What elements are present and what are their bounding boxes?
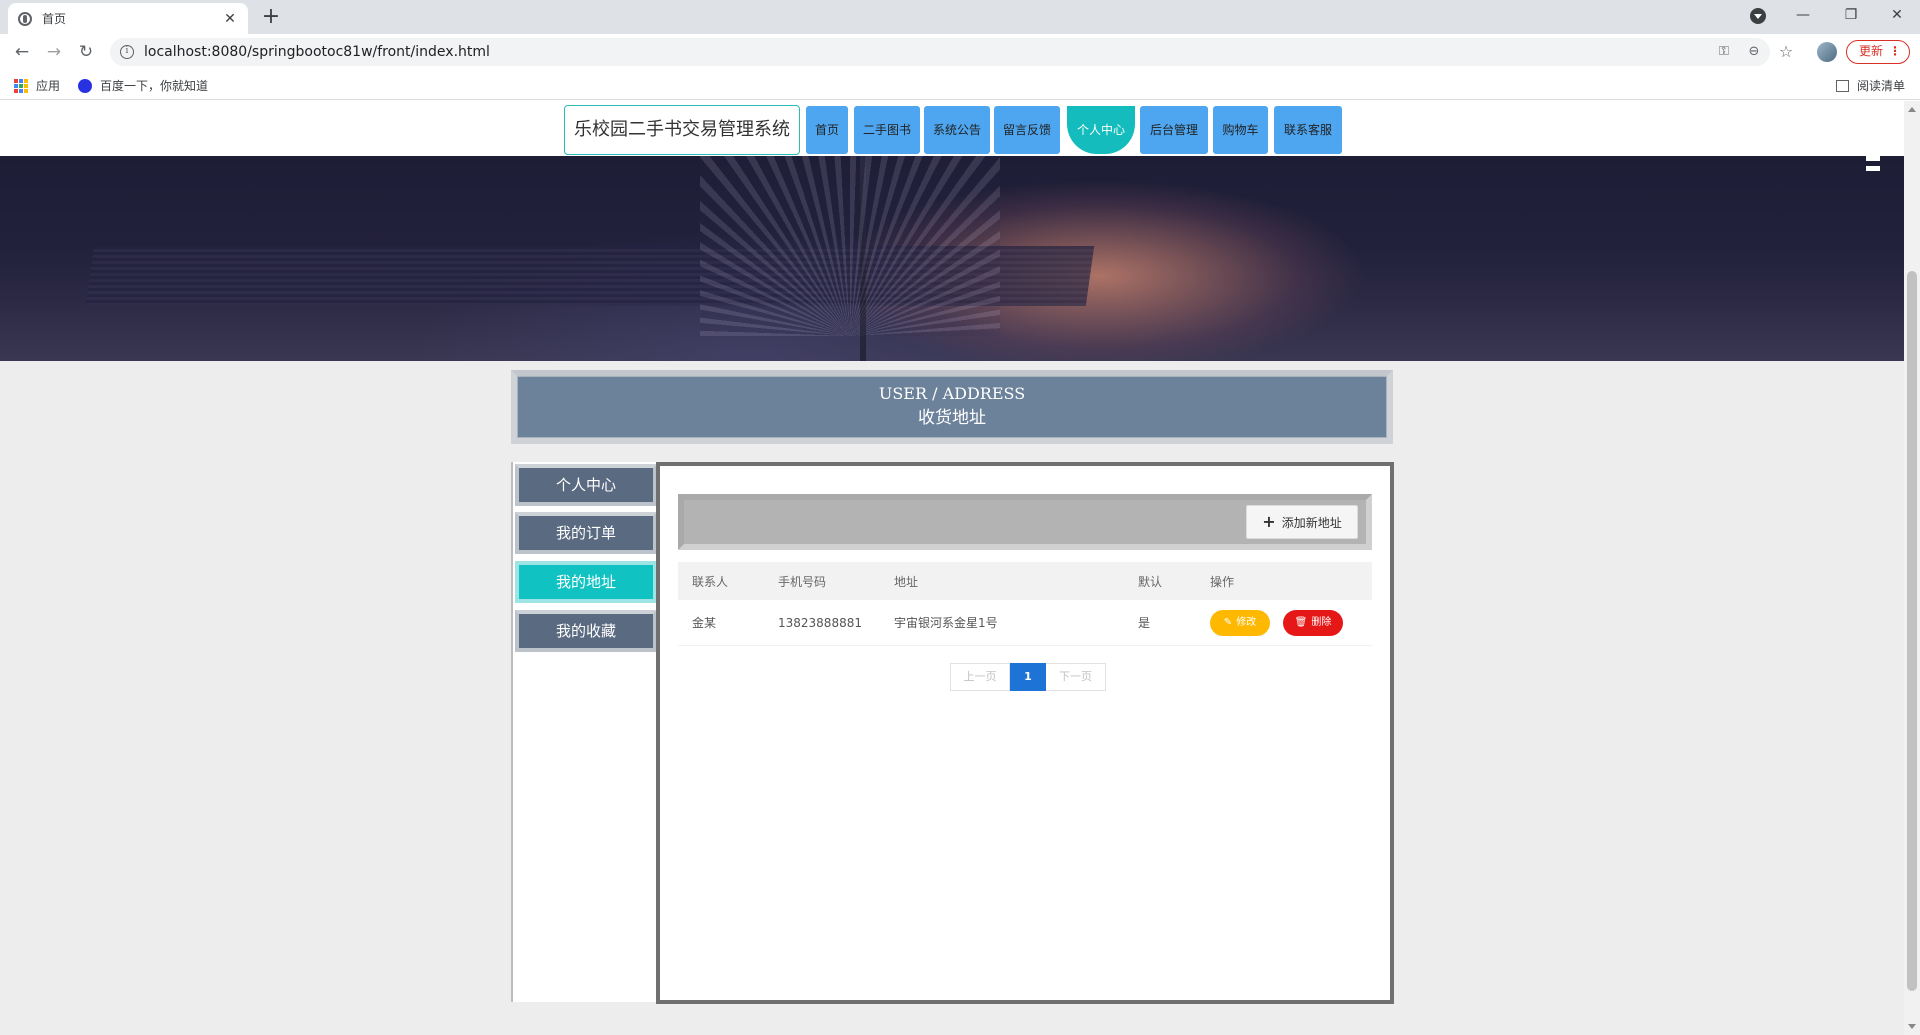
action-toolbar: + 添加新地址 bbox=[678, 494, 1372, 550]
bookmarks-bar: 应用 百度一下，你就知道 阅读清单 bbox=[0, 70, 1920, 100]
add-address-button[interactable]: + 添加新地址 bbox=[1246, 505, 1358, 539]
reading-list-icon bbox=[1836, 79, 1849, 92]
delete-label: 删除 bbox=[1311, 616, 1332, 628]
reload-icon[interactable]: ↻ bbox=[74, 40, 98, 64]
bookmark-baidu[interactable]: 百度一下，你就知道 bbox=[78, 77, 208, 94]
edit-button[interactable]: ✎ 修改 bbox=[1210, 609, 1270, 636]
tab-close-icon[interactable]: ✕ bbox=[222, 11, 238, 27]
browser-toolbar: ← → ↻ i localhost:8080/springbootoc81w/f… bbox=[0, 34, 1920, 70]
address-bar[interactable]: i localhost:8080/springbootoc81w/front/i… bbox=[110, 38, 1770, 66]
cell-default: 是 bbox=[1138, 616, 1151, 630]
minimize-button[interactable]: — bbox=[1780, 0, 1826, 30]
avatar[interactable] bbox=[1817, 42, 1837, 62]
cell-phone: 13823888881 bbox=[778, 615, 862, 630]
address-table: 联系人 手机号码 地址 默认 操作 金某 13823888881 宇宙银河系金星… bbox=[678, 562, 1372, 646]
table-row: 金某 13823888881 宇宙银河系金星1号 是 ✎ 修改 🗑 删除 bbox=[678, 600, 1372, 646]
reading-list-label: 阅读清单 bbox=[1857, 79, 1906, 93]
url-text: localhost:8080/springbootoc81w/front/ind… bbox=[144, 44, 490, 60]
update-button[interactable]: 更新 ⋮ bbox=[1846, 40, 1910, 64]
sidebar-item-favorites[interactable]: 我的收藏 bbox=[515, 610, 657, 652]
page-number-button[interactable]: 1 bbox=[1010, 663, 1046, 691]
add-address-label: 添加新地址 bbox=[1281, 516, 1342, 530]
page-title-banner: USER / ADDRESS 收货地址 bbox=[511, 370, 1393, 444]
new-tab-button[interactable]: + bbox=[258, 4, 284, 30]
hamburger-icon[interactable] bbox=[1866, 156, 1880, 178]
scroll-down-icon[interactable] bbox=[1908, 1024, 1916, 1029]
column-header-actions: 操作 bbox=[1210, 574, 1235, 589]
cell-address: 宇宙银河系金星1号 bbox=[894, 616, 998, 630]
sidebar-item-address[interactable]: 我的地址 bbox=[515, 561, 657, 603]
page-title-en: USER / ADDRESS bbox=[878, 384, 1026, 403]
edit-label: 修改 bbox=[1236, 616, 1257, 628]
nav-cart[interactable]: 购物车 bbox=[1213, 106, 1268, 154]
bookmark-baidu-label: 百度一下，你就知道 bbox=[100, 79, 209, 93]
nav-home[interactable]: 首页 bbox=[806, 106, 848, 154]
back-icon[interactable]: ← bbox=[10, 40, 34, 64]
more-menu-icon[interactable]: ⋮ bbox=[1889, 41, 1901, 62]
browser-tab-bar: 首页 ✕ + — ❐ ✕ bbox=[0, 0, 1920, 34]
bookmark-apps[interactable]: 应用 bbox=[14, 77, 60, 94]
site-header: 乐校园二手书交易管理系统 首页 二手图书 系统公告 留言反馈 个人中心 后台管理… bbox=[0, 101, 1904, 156]
reading-list[interactable]: 阅读清单 bbox=[1836, 77, 1905, 94]
browser-tab[interactable]: 首页 ✕ bbox=[8, 3, 248, 34]
column-header-contact: 联系人 bbox=[692, 574, 729, 589]
nav-customer-service[interactable]: 联系客服 bbox=[1274, 106, 1342, 154]
window-close-button[interactable]: ✕ bbox=[1874, 0, 1920, 30]
bookmark-apps-label: 应用 bbox=[36, 79, 61, 93]
column-header-default: 默认 bbox=[1138, 574, 1163, 589]
page-scrollbar[interactable] bbox=[1904, 101, 1920, 1035]
address-panel: + 添加新地址 联系人 手机号码 地址 默认 操作 金某 13823888881 … bbox=[656, 462, 1394, 1004]
pencil-icon: ✎ bbox=[1223, 616, 1233, 628]
nav-announcements[interactable]: 系统公告 bbox=[924, 106, 990, 154]
column-header-phone: 手机号码 bbox=[778, 574, 827, 589]
pagination: 上一页 1 下一页 bbox=[950, 663, 1106, 691]
sidebar: 个人中心 我的订单 我的地址 我的收藏 bbox=[511, 462, 657, 1002]
scrollbar-thumb[interactable] bbox=[1907, 271, 1917, 991]
key-icon[interactable]: ⚿ bbox=[1716, 44, 1732, 59]
prev-page-button[interactable]: 上一页 bbox=[950, 663, 1010, 691]
sidebar-item-personal-center[interactable]: 个人中心 bbox=[515, 464, 657, 506]
page-title-zh: 收货地址 bbox=[918, 408, 986, 428]
tab-search-icon[interactable] bbox=[1750, 8, 1766, 24]
scroll-up-icon[interactable] bbox=[1908, 107, 1916, 112]
column-header-address: 地址 bbox=[894, 574, 919, 589]
cell-actions: ✎ 修改 🗑 删除 bbox=[1210, 609, 1372, 636]
delete-button[interactable]: 🗑 删除 bbox=[1283, 609, 1343, 636]
page-viewport: 乐校园二手书交易管理系统 首页 二手图书 系统公告 留言反馈 个人中心 后台管理… bbox=[0, 101, 1904, 1035]
star-icon[interactable]: ☆ bbox=[1778, 42, 1794, 61]
globe-icon bbox=[18, 11, 32, 26]
plus-icon: + bbox=[1262, 512, 1276, 531]
tab-title: 首页 bbox=[42, 12, 67, 26]
nav-admin[interactable]: 后台管理 bbox=[1140, 106, 1208, 154]
next-page-button[interactable]: 下一页 bbox=[1046, 663, 1106, 691]
nav-used-books[interactable]: 二手图书 bbox=[854, 106, 920, 154]
update-label: 更新 bbox=[1859, 44, 1884, 58]
hero-banner-image bbox=[0, 156, 1904, 361]
table-header: 联系人 手机号码 地址 默认 操作 bbox=[678, 562, 1372, 600]
cell-contact: 金某 bbox=[692, 616, 717, 630]
forward-icon[interactable]: → bbox=[42, 40, 66, 64]
nav-personal-center[interactable]: 个人中心 bbox=[1067, 106, 1135, 154]
info-icon[interactable]: i bbox=[120, 45, 134, 59]
zoom-icon[interactable]: ⊖ bbox=[1746, 44, 1762, 59]
apps-grid-icon bbox=[14, 78, 28, 93]
restore-button[interactable]: ❐ bbox=[1828, 0, 1874, 30]
baidu-paw-icon bbox=[78, 78, 92, 93]
nav-feedback[interactable]: 留言反馈 bbox=[994, 106, 1060, 154]
site-logo[interactable]: 乐校园二手书交易管理系统 bbox=[564, 105, 800, 155]
trash-icon: 🗑 bbox=[1294, 616, 1308, 628]
sidebar-item-orders[interactable]: 我的订单 bbox=[515, 512, 657, 554]
